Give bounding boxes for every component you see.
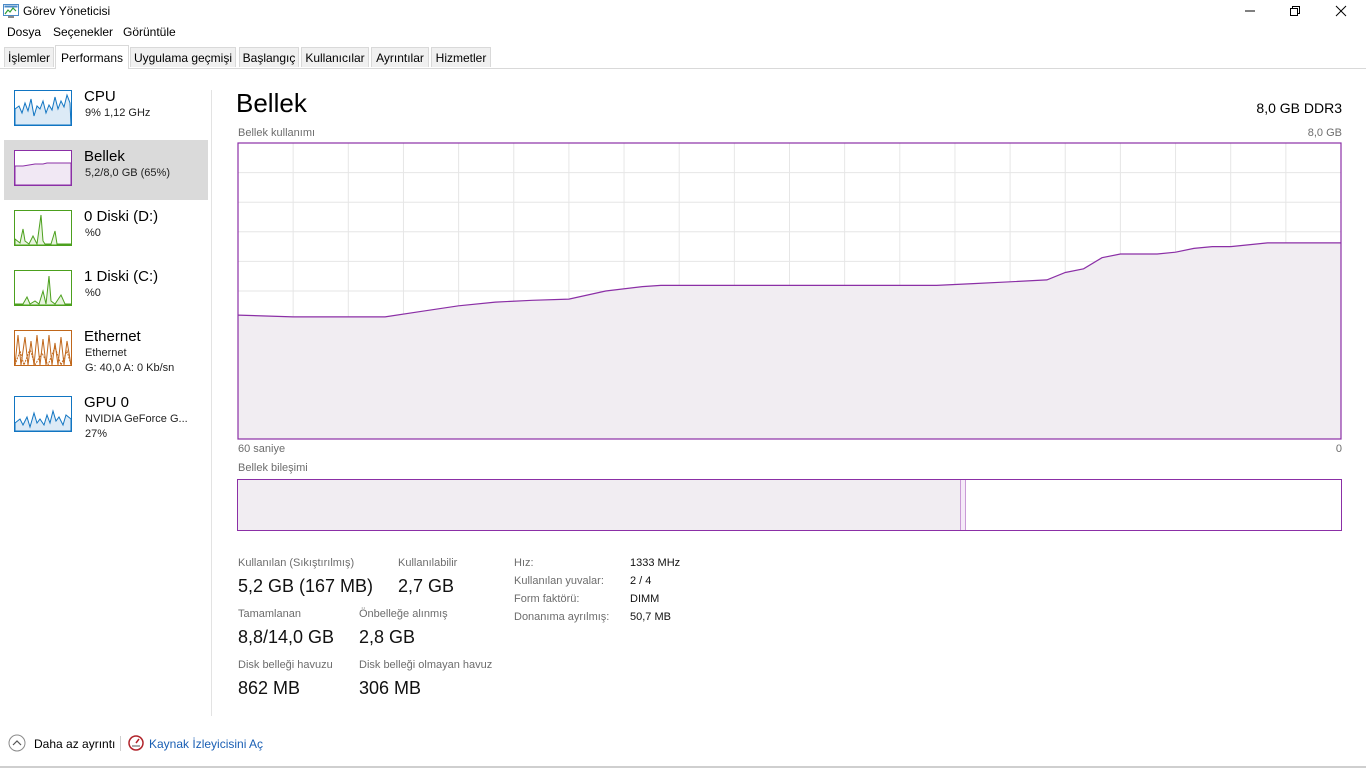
page-title: Bellek <box>236 88 307 118</box>
sidebar-item-cpu[interactable]: CPU 9% 1,12 GHz <box>4 80 208 140</box>
in-use-value: 5,2 GB (167 MB) <box>238 576 374 596</box>
ethernet-thumbnail-graph <box>14 330 72 367</box>
sidebar-item-memory[interactable]: Bellek 5,2/8,0 GB (65%) <box>4 140 208 200</box>
slots-key: Kullanılan yuvalar: <box>514 575 604 587</box>
sidebar-item-ethernet[interactable]: Ethernet Ethernet G: 40,0 A: 0 Kb/sn <box>4 320 208 382</box>
sidebar-item-detail: %0 <box>85 227 101 239</box>
title-bar <box>0 0 1366 22</box>
time-axis-start: 60 saniye <box>238 443 286 455</box>
committed-label: Tamamlanan <box>238 608 301 620</box>
menu-file[interactable]: Dosya <box>7 25 41 39</box>
slots-value: 2 / 4 <box>630 575 652 587</box>
tab-app-history[interactable]: Uygulama geçmişi <box>130 47 236 67</box>
speed-key: Hız: <box>514 557 534 569</box>
tab-performance[interactable]: Performans <box>55 45 129 69</box>
task-manager-app-icon <box>3 4 19 18</box>
menu-options[interactable]: Seçenekler <box>53 25 113 39</box>
close-icon <box>1335 5 1347 17</box>
sidebar-divider <box>211 90 212 716</box>
restore-icon <box>1290 6 1300 16</box>
paged-pool-label: Disk belleği havuzu <box>238 659 333 671</box>
composition-in-use-segment <box>238 480 961 530</box>
close-button[interactable] <box>1318 0 1364 22</box>
disk-c-thumbnail-graph <box>14 270 72 306</box>
disk-d-thumbnail-graph <box>14 210 72 246</box>
minimize-icon <box>1245 10 1255 12</box>
tab-processes[interactable]: İşlemler <box>4 47 54 67</box>
memory-composition-bar[interactable] <box>237 479 1342 531</box>
usage-chart-max: 8,0 GB <box>1307 127 1342 139</box>
fewer-details-button[interactable] <box>8 734 26 752</box>
sidebar-item-name: 1 Diski (C:) <box>84 268 159 285</box>
gpu-thumbnail-graph <box>14 396 72 432</box>
memory-spec: 8,0 GB DDR3 <box>1256 100 1342 116</box>
tab-services[interactable]: Hizmetler <box>431 47 491 67</box>
usage-chart-label: Bellek kullanımı <box>238 127 316 139</box>
fewer-details-link[interactable]: Daha az ayrıntı <box>34 737 115 751</box>
sidebar-item-detail: 5,2/8,0 GB (65%) <box>85 167 170 179</box>
resource-monitor-icon <box>128 735 144 751</box>
sidebar-item-gpu[interactable]: GPU 0 NVIDIA GeForce G... 27% <box>4 386 208 448</box>
open-resource-monitor-link[interactable]: Kaynak İzleyicisini Aç <box>149 737 263 751</box>
sidebar-item-name: 0 Diski (D:) <box>84 208 159 225</box>
paged-pool-value: 862 MB <box>238 678 301 698</box>
available-label: Kullanılabilir <box>398 557 458 569</box>
committed-value: 8,8/14,0 GB <box>238 627 335 647</box>
sidebar-item-name: GPU 0 <box>84 394 130 411</box>
in-use-label: Kullanılan (Sıkıştırılmış) <box>238 557 355 569</box>
minimize-button[interactable] <box>1227 0 1273 22</box>
sidebar-item-name: Ethernet <box>84 328 141 345</box>
tab-users[interactable]: Kullanıcılar <box>301 47 369 67</box>
form-factor-key: Form faktörü: <box>514 593 580 605</box>
sidebar-item-detail: %0 <box>85 287 101 299</box>
sidebar-item-detail: NVIDIA GeForce G... <box>85 413 188 425</box>
sidebar-item-throughput: G: 40,0 A: 0 Kb/sn <box>85 362 175 374</box>
sidebar-item-detail: 9% 1,12 GHz <box>85 107 151 119</box>
hardware-reserved-value: 50,7 MB <box>630 611 671 623</box>
footer-divider <box>120 736 121 751</box>
sidebar-item-usage: 27% <box>85 428 108 440</box>
window-title: Görev Yöneticisi <box>23 4 111 18</box>
tab-startup[interactable]: Başlangıç <box>239 47 299 67</box>
sidebar-item-disk-d[interactable]: 0 Diski (D:) %0 <box>4 200 208 260</box>
available-value: 2,7 GB <box>398 576 455 596</box>
memory-thumbnail-graph <box>14 150 72 186</box>
menu-view[interactable]: Görüntüle <box>123 25 176 39</box>
sidebar-item-detail: Ethernet <box>85 347 127 359</box>
cpu-thumbnail-graph <box>14 90 72 126</box>
cached-value: 2,8 GB <box>359 627 416 647</box>
time-axis-end: 0 <box>1335 443 1342 455</box>
sidebar-item-name: Bellek <box>84 148 125 165</box>
nonpaged-pool-value: 306 MB <box>359 678 422 698</box>
restore-button[interactable] <box>1272 0 1318 22</box>
hardware-reserved-key: Donanıma ayrılmış: <box>514 611 610 623</box>
memory-usage-chart <box>237 142 1342 440</box>
tab-details[interactable]: Ayrıntılar <box>371 47 429 67</box>
sidebar-item-disk-c[interactable]: 1 Diski (C:) %0 <box>4 260 208 320</box>
composition-label: Bellek bileşimi <box>238 462 308 474</box>
composition-modified-segment <box>960 480 966 530</box>
chevron-up-circle-icon <box>8 734 26 752</box>
cached-label: Önbelleğe alınmış <box>359 608 448 620</box>
speed-value: 1333 MHz <box>630 557 681 569</box>
nonpaged-pool-label: Disk belleği olmayan havuz <box>359 659 493 671</box>
sidebar-item-name: CPU <box>84 88 116 105</box>
form-factor-value: DIMM <box>630 593 660 605</box>
